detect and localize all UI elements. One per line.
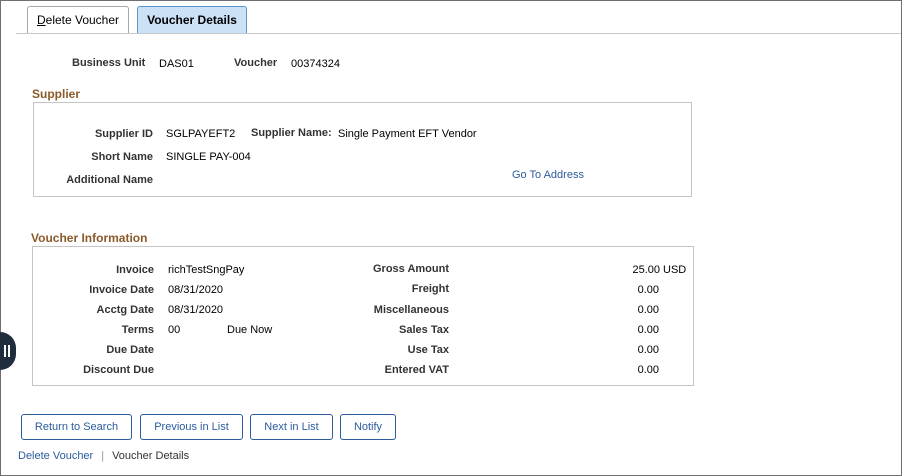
invoice-date-label: Invoice Date [89, 284, 154, 296]
freight-label: Freight [411, 283, 449, 295]
invoice-label: Invoice [116, 264, 154, 276]
invoice-value: richTestSngPay [168, 264, 245, 276]
terms-value: 00 [168, 324, 181, 336]
bottom-page-nav: Delete Voucher | Voucher Details [18, 450, 189, 462]
supplier-name-label: Supplier Name: [251, 127, 332, 139]
tab-divider [16, 33, 901, 34]
sales-tax-value: 0.00 [637, 324, 659, 336]
discount-due-label: Discount Due [83, 364, 154, 376]
acctg-date-label: Acctg Date [96, 304, 154, 316]
freight-value: 0.00 [637, 284, 659, 296]
short-name-value: SINGLE PAY-004 [166, 151, 251, 163]
entered-vat-value: 0.00 [637, 364, 659, 376]
use-tax-value: 0.00 [637, 344, 659, 356]
go-to-address-link[interactable]: Go To Address [512, 169, 584, 181]
next-in-list-button[interactable]: Next in List [250, 414, 333, 440]
supplier-id-value: SGLPAYEFT2 [166, 128, 236, 140]
invoice-date-value: 08/31/2020 [168, 284, 224, 296]
return-to-search-button[interactable]: Return to Search [21, 414, 132, 440]
gross-amount-value: 25.00 [632, 264, 660, 276]
previous-in-list-button[interactable]: Previous in List [140, 414, 243, 440]
tab-delete-voucher-label: elete Voucher [45, 13, 120, 27]
gross-amount-currency: USD [663, 264, 687, 276]
bottom-nav-separator: | [101, 450, 105, 462]
tab-delete-voucher-accesskey: D [36, 13, 46, 27]
business-unit-label: Business Unit [72, 57, 146, 69]
due-date-label: Due Date [106, 344, 154, 356]
tab-voucher-details[interactable]: Voucher Details [137, 6, 247, 34]
bottom-nav-voucher-details: Voucher Details [112, 450, 190, 462]
acctg-date-value: 08/31/2020 [168, 304, 224, 316]
additional-name-label: Additional Name [66, 174, 153, 186]
short-name-label: Short Name [91, 151, 153, 163]
supplier-name-value: Single Payment EFT Vendor [338, 128, 477, 140]
supplier-section-title: Supplier [32, 87, 81, 101]
gross-amount-label: Gross Amount [373, 263, 449, 275]
use-tax-label: Use Tax [407, 344, 449, 356]
notify-button[interactable]: Notify [340, 414, 396, 440]
terms-description: Due Now [227, 324, 273, 336]
tab-delete-voucher[interactable]: Delete Voucher [27, 6, 129, 34]
entered-vat-label: Entered VAT [384, 364, 449, 376]
supplier-id-label: Supplier ID [94, 128, 153, 140]
business-unit-value: DAS01 [159, 58, 194, 70]
terms-label: Terms [121, 324, 154, 336]
bottom-nav-delete-voucher[interactable]: Delete Voucher [18, 450, 93, 462]
voucher-label: Voucher [234, 57, 278, 69]
voucher-value: 00374324 [291, 58, 340, 70]
voucher-info-section-title: Voucher Information [31, 231, 148, 245]
sales-tax-label: Sales Tax [399, 324, 449, 336]
miscellaneous-label: Miscellaneous [373, 304, 449, 316]
miscellaneous-value: 0.00 [637, 304, 659, 316]
